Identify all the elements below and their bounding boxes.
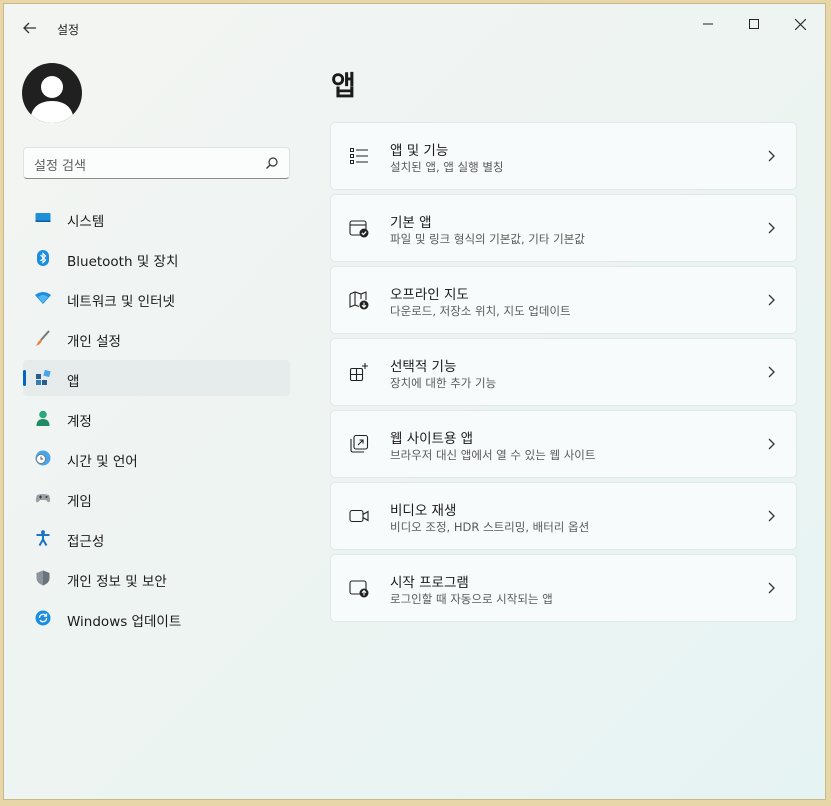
card-description: 로그인할 때 자동으로 시작되는 앱	[390, 592, 553, 606]
sidebar-item-network[interactable]: 네트워크 및 인터넷	[23, 280, 290, 316]
card-default-apps[interactable]: 기본 앱 파일 및 링크 형식의 기본값, 기타 기본값	[330, 194, 797, 262]
sidebar-item-apps[interactable]: 앱	[23, 360, 290, 396]
video-icon	[349, 509, 369, 523]
page-title: 앱	[331, 71, 356, 102]
sidebar-item-personalization[interactable]: 개인 설정	[23, 320, 290, 356]
card-title: 웹 사이트용 앱	[390, 431, 474, 447]
user-avatar[interactable]	[22, 63, 82, 123]
chevron-right-icon	[768, 438, 775, 450]
settings-card-list: 앱 및 기능 설치된 앱, 앱 실행 별칭 기본 앱 파일 및 링크 형식의 기…	[330, 122, 797, 626]
minimize-button[interactable]	[685, 4, 731, 44]
sidebar-item-bluetooth[interactable]: Bluetooth 및 장치	[23, 240, 290, 276]
sidebar-item-label: Windows 업데이트	[67, 614, 182, 630]
sidebar-item-windows-update[interactable]: Windows 업데이트	[23, 600, 290, 636]
card-description: 설치된 앱, 앱 실행 별칭	[390, 160, 504, 174]
update-icon	[35, 610, 51, 626]
card-title: 기본 앱	[390, 215, 432, 231]
app-title: 설정	[57, 23, 80, 37]
search-icon[interactable]	[265, 156, 279, 170]
card-title: 앱 및 기능	[390, 143, 449, 159]
apps-icon	[36, 370, 51, 385]
sidebar-item-privacy[interactable]: 개인 정보 및 보안	[23, 560, 290, 596]
back-button[interactable]	[18, 16, 42, 40]
optional-features-icon	[349, 363, 368, 382]
offline-map-icon	[349, 291, 369, 310]
chevron-right-icon	[768, 582, 775, 594]
card-apps-for-websites[interactable]: 웹 사이트용 앱 브라우저 대신 앱에서 열 수 있는 웹 사이트	[330, 410, 797, 478]
person-icon	[36, 410, 50, 426]
sidebar-item-accessibility[interactable]: 접근성	[23, 520, 290, 556]
card-description: 파일 및 링크 형식의 기본값, 기타 기본값	[390, 232, 585, 246]
accessibility-icon	[36, 530, 50, 546]
chevron-right-icon	[768, 510, 775, 522]
card-description: 다운로드, 저장소 위치, 지도 업데이트	[390, 304, 571, 318]
user-icon	[30, 76, 74, 123]
back-arrow-icon	[23, 22, 36, 34]
sidebar-item-system[interactable]: 시스템	[23, 200, 290, 236]
maximize-icon	[749, 19, 759, 29]
sidebar-item-label: 접근성	[67, 534, 105, 550]
card-video-playback[interactable]: 비디오 재생 비디오 조정, HDR 스트리밍, 배터리 옵션	[330, 482, 797, 550]
gamepad-icon	[35, 494, 51, 503]
maximize-button[interactable]	[731, 4, 777, 44]
sidebar-nav: 시스템 Bluetooth 및 장치 네트워크 및 인터넷 개인 설정 앱 계정…	[23, 200, 290, 640]
sidebar-item-gaming[interactable]: 게임	[23, 480, 290, 516]
chevron-right-icon	[768, 366, 775, 378]
settings-window: 설정 설정 검색 시스템 Bluetooth 및 장치 네트워크 및 인터넷 개…	[3, 3, 826, 800]
card-description: 장치에 대한 추가 기능	[390, 376, 497, 390]
card-title: 선택적 기능	[390, 359, 457, 375]
search-box[interactable]: 설정 검색	[23, 147, 290, 179]
card-title: 비디오 재생	[390, 503, 457, 519]
search-input[interactable]: 설정 검색	[34, 155, 86, 174]
websites-icon	[350, 434, 369, 453]
brush-icon	[35, 330, 50, 346]
sidebar-item-label: 시스템	[67, 214, 105, 230]
card-apps-features[interactable]: 앱 및 기능 설치된 앱, 앱 실행 별칭	[330, 122, 797, 190]
display-icon	[35, 213, 51, 222]
sidebar-item-label: 계정	[67, 414, 92, 430]
startup-icon	[349, 580, 369, 598]
minimize-icon	[703, 23, 713, 25]
bluetooth-icon	[37, 250, 49, 266]
globe-clock-icon	[35, 450, 51, 466]
sidebar-item-label: 네트워크 및 인터넷	[67, 294, 175, 310]
sidebar-item-label: Bluetooth 및 장치	[67, 254, 179, 270]
default-apps-icon	[349, 220, 369, 238]
card-description: 브라우저 대신 앱에서 열 수 있는 웹 사이트	[390, 448, 596, 462]
close-button[interactable]	[777, 4, 823, 44]
sidebar-item-label: 게임	[67, 494, 92, 510]
close-icon	[794, 18, 806, 30]
card-title: 오프라인 지도	[390, 287, 469, 303]
sidebar-item-label: 개인 정보 및 보안	[67, 574, 167, 590]
apps-list-icon	[350, 148, 368, 164]
card-optional-features[interactable]: 선택적 기능 장치에 대한 추가 기능	[330, 338, 797, 406]
sidebar-item-accounts[interactable]: 계정	[23, 400, 290, 436]
shield-icon	[36, 570, 50, 586]
sidebar-item-label: 앱	[67, 374, 80, 390]
card-description: 비디오 조정, HDR 스트리밍, 배터리 옵션	[390, 520, 590, 534]
wifi-icon	[35, 292, 51, 304]
chevron-right-icon	[768, 222, 775, 234]
card-offline-maps[interactable]: 오프라인 지도 다운로드, 저장소 위치, 지도 업데이트	[330, 266, 797, 334]
card-title: 시작 프로그램	[390, 575, 469, 591]
sidebar-item-time-language[interactable]: 시간 및 언어	[23, 440, 290, 476]
title-bar: 설정	[4, 4, 825, 48]
sidebar-item-label: 개인 설정	[67, 334, 121, 350]
card-startup[interactable]: 시작 프로그램 로그인할 때 자동으로 시작되는 앱	[330, 554, 797, 622]
chevron-right-icon	[768, 150, 775, 162]
chevron-right-icon	[768, 294, 775, 306]
sidebar-item-label: 시간 및 언어	[67, 454, 138, 470]
